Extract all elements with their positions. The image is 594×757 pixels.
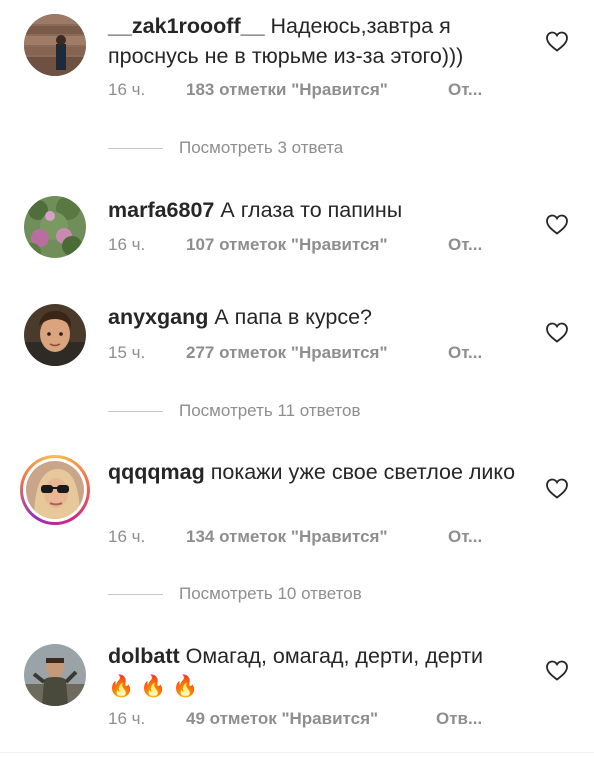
heart-outline-icon[interactable] (545, 659, 569, 681)
comment-username[interactable]: qqqqmag (108, 460, 205, 484)
avatar-image (24, 644, 86, 706)
comment-text: покажи уже свое светлое лико (210, 460, 516, 484)
comment-likes[interactable]: 107 отметок "Нравится" (186, 235, 448, 255)
avatar-story-ring[interactable] (20, 455, 90, 525)
heart-outline-icon[interactable] (545, 477, 569, 499)
comment-body: __zak1roooff__ Надеюсь,завтра я проснусь… (108, 11, 528, 71)
comment-time: 15 ч. (108, 343, 146, 362)
comment-likes[interactable]: 183 отметки "Нравится" (186, 80, 448, 100)
bottom-divider (0, 752, 594, 753)
view-replies-button[interactable]: Посмотреть 3 ответа (108, 138, 343, 158)
avatar[interactable] (24, 196, 86, 258)
comment-time: 16 ч. (108, 709, 146, 728)
reply-button[interactable]: От... (448, 527, 482, 546)
avatar-image (24, 14, 86, 76)
view-replies-label: Посмотреть 10 ответов (179, 584, 362, 603)
comment-body: dolbatt Омагад, омагад, дерти, дерти 🔥🔥🔥 (108, 641, 528, 702)
comment-text: А папа в курсе? (214, 305, 373, 329)
comment-meta: 16 ч. 134 отметок "Нравится" От... (108, 527, 482, 547)
divider-line (108, 594, 163, 596)
comment-likes[interactable]: 49 отметок "Нравится" (186, 709, 436, 729)
comment-body: qqqqmag покажи уже свое светлое лико (108, 457, 528, 487)
divider-line (108, 411, 163, 413)
view-replies-label: Посмотреть 3 ответа (179, 138, 344, 157)
reply-button[interactable]: От... (448, 343, 482, 362)
comment-time: 16 ч. (108, 235, 146, 254)
avatar-image (24, 304, 86, 366)
comment-username[interactable]: __zak1roooff__ (108, 14, 265, 38)
comment-likes[interactable]: 277 отметок "Нравится" (186, 343, 448, 363)
comment-time: 16 ч. (108, 80, 146, 99)
avatar[interactable] (24, 14, 86, 76)
comment-username[interactable]: anyxgang (108, 305, 208, 329)
comment-text: Омагад, омагад, дерти, дерти (185, 644, 484, 668)
comment-meta: 16 ч. 183 отметки "Нравится" От... (108, 80, 482, 100)
view-replies-label: Посмотреть 11 ответов (179, 401, 361, 420)
comment-emoji: 🔥🔥🔥 (108, 675, 205, 698)
reply-button[interactable]: От... (448, 235, 482, 254)
comment-body: marfa6807 А глаза то папины (108, 195, 528, 225)
comment-username[interactable]: dolbatt (108, 644, 180, 668)
comment-time: 16 ч. (108, 527, 146, 546)
heart-outline-icon[interactable] (545, 321, 569, 343)
divider-line (108, 148, 163, 150)
heart-outline-icon[interactable] (545, 30, 569, 52)
comment-username[interactable]: marfa6807 (108, 198, 214, 222)
comment-meta: 16 ч. 49 отметок "Нравится" Отв... (108, 709, 482, 729)
comment-meta: 16 ч. 107 отметок "Нравится" От... (108, 235, 482, 255)
reply-button[interactable]: Отв... (436, 709, 482, 728)
avatar-image (24, 196, 86, 258)
comment-text: А глаза то папины (220, 198, 403, 222)
comment-meta: 15 ч. 277 отметок "Нравится" От... (108, 343, 482, 363)
avatar-image (26, 461, 84, 519)
view-replies-button[interactable]: Посмотреть 10 ответов (108, 584, 362, 604)
comment-body: anyxgang А папа в курсе? (108, 302, 528, 332)
comment-likes[interactable]: 134 отметок "Нравится" (186, 527, 448, 547)
heart-outline-icon[interactable] (545, 213, 569, 235)
avatar[interactable] (24, 644, 86, 706)
reply-button[interactable]: От... (448, 80, 482, 99)
avatar[interactable] (24, 304, 86, 366)
view-replies-button[interactable]: Посмотреть 11 ответов (108, 401, 361, 421)
avatar (23, 458, 87, 522)
